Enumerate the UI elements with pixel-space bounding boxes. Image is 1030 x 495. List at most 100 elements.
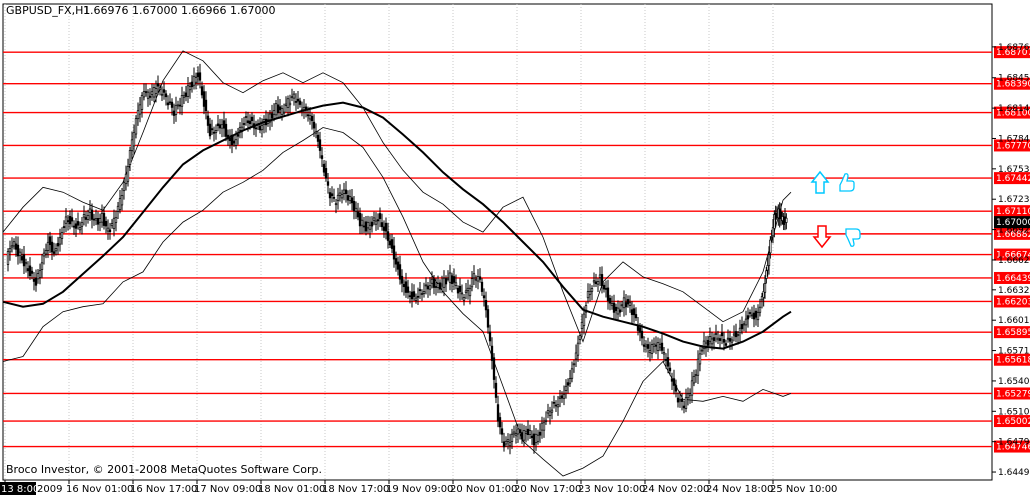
candle-body (318, 139, 322, 151)
candle-body (596, 281, 600, 285)
candle-body (210, 128, 214, 131)
candle-body (646, 344, 650, 349)
candle-body (10, 245, 14, 248)
candle-body (712, 337, 716, 341)
candle-body (324, 168, 328, 179)
candle-body (16, 244, 20, 257)
candle-body (212, 131, 216, 134)
candle-body (752, 312, 756, 320)
candle-body (418, 289, 422, 292)
candle-body (106, 227, 110, 232)
candle-body (52, 251, 56, 254)
candle-body (290, 96, 294, 99)
candle-body (60, 232, 64, 239)
candle-body (588, 291, 592, 295)
candle-body (582, 313, 586, 326)
candle-body (260, 125, 264, 131)
candle-body (364, 221, 368, 232)
candle-body (164, 93, 168, 98)
candle-body (380, 222, 384, 228)
candle-body (724, 343, 728, 346)
candle-body (574, 352, 578, 360)
y-tick-label: 1.65710 (998, 347, 1030, 357)
candle-body (24, 262, 28, 265)
candle-body (404, 281, 408, 293)
candle-body (138, 104, 142, 115)
candle-body (750, 314, 754, 317)
candle-body (144, 91, 148, 93)
candle-body (204, 99, 208, 112)
candle-body (410, 291, 414, 300)
candle-body (708, 336, 712, 342)
candle-body (452, 276, 456, 283)
candle-body (368, 224, 372, 230)
candle-body (344, 189, 348, 195)
candle-body (516, 428, 520, 435)
candle-body (604, 288, 608, 290)
candle-body (340, 194, 344, 199)
candle-body (174, 104, 178, 115)
candle-body (696, 358, 700, 376)
candle-body (116, 205, 120, 212)
candle-body (30, 270, 34, 274)
candle-body (466, 287, 470, 292)
candle-body (730, 339, 734, 343)
candle-body (44, 250, 48, 255)
candle-body (82, 214, 86, 218)
candle-body (168, 101, 172, 104)
y-tick-label: 1.68450 (998, 74, 1030, 84)
candle-body (446, 277, 450, 280)
candle-body (744, 318, 748, 326)
candle-body (220, 124, 224, 129)
candle-body (180, 95, 184, 107)
candle-body (769, 239, 772, 254)
candle-body (382, 226, 386, 231)
candle-body (440, 283, 444, 287)
candle-body (540, 422, 544, 431)
candle-body (546, 410, 550, 414)
candle-body (88, 208, 92, 213)
candle-body (684, 397, 688, 409)
candle-body (354, 207, 358, 212)
candle-body (322, 163, 326, 173)
candle-body (650, 344, 654, 354)
thumbs-up-icon (839, 173, 855, 192)
candle-body (754, 310, 758, 318)
candle-body (152, 87, 156, 98)
candle-body (710, 338, 714, 345)
level-label: 1.66203 (996, 297, 1030, 307)
candle-body (28, 265, 32, 277)
candle-body (22, 254, 26, 267)
price-chart[interactable]: 1.687071.683901.681001.677701.674421.671… (0, 0, 1030, 495)
candle-body (464, 290, 468, 294)
candle-body (244, 116, 248, 118)
candle-body (214, 130, 218, 134)
y-tick-label: 1.68145 (998, 104, 1030, 114)
x-tick-label: 16 Nov 17:00 (130, 484, 197, 495)
candle-body (36, 273, 40, 280)
candle-body (748, 312, 752, 314)
candle-body (228, 137, 232, 141)
candle-body (96, 218, 100, 225)
candle-body (182, 95, 186, 98)
level-label: 1.67442 (996, 174, 1030, 184)
candle-body (490, 345, 494, 361)
candle-body (74, 223, 78, 229)
candle-body (192, 75, 196, 86)
candle-body (250, 116, 254, 122)
candle-body (758, 306, 762, 313)
candle-body (108, 229, 112, 232)
candle-body (146, 91, 150, 99)
chart-window[interactable]: 1.68707 1.68390 1.68100 1.67770 1.67442 1.671… (0, 0, 1030, 495)
candle-body (734, 331, 738, 338)
candle-body (246, 120, 250, 124)
candle-body (402, 283, 406, 288)
candle-body (352, 200, 356, 211)
candle-body (274, 103, 278, 116)
candle-body (488, 331, 492, 342)
candle-body (444, 278, 448, 285)
candle-body (738, 327, 742, 334)
candle-body (662, 352, 666, 355)
candle-body (160, 93, 164, 96)
ma-line (2, 101, 792, 350)
